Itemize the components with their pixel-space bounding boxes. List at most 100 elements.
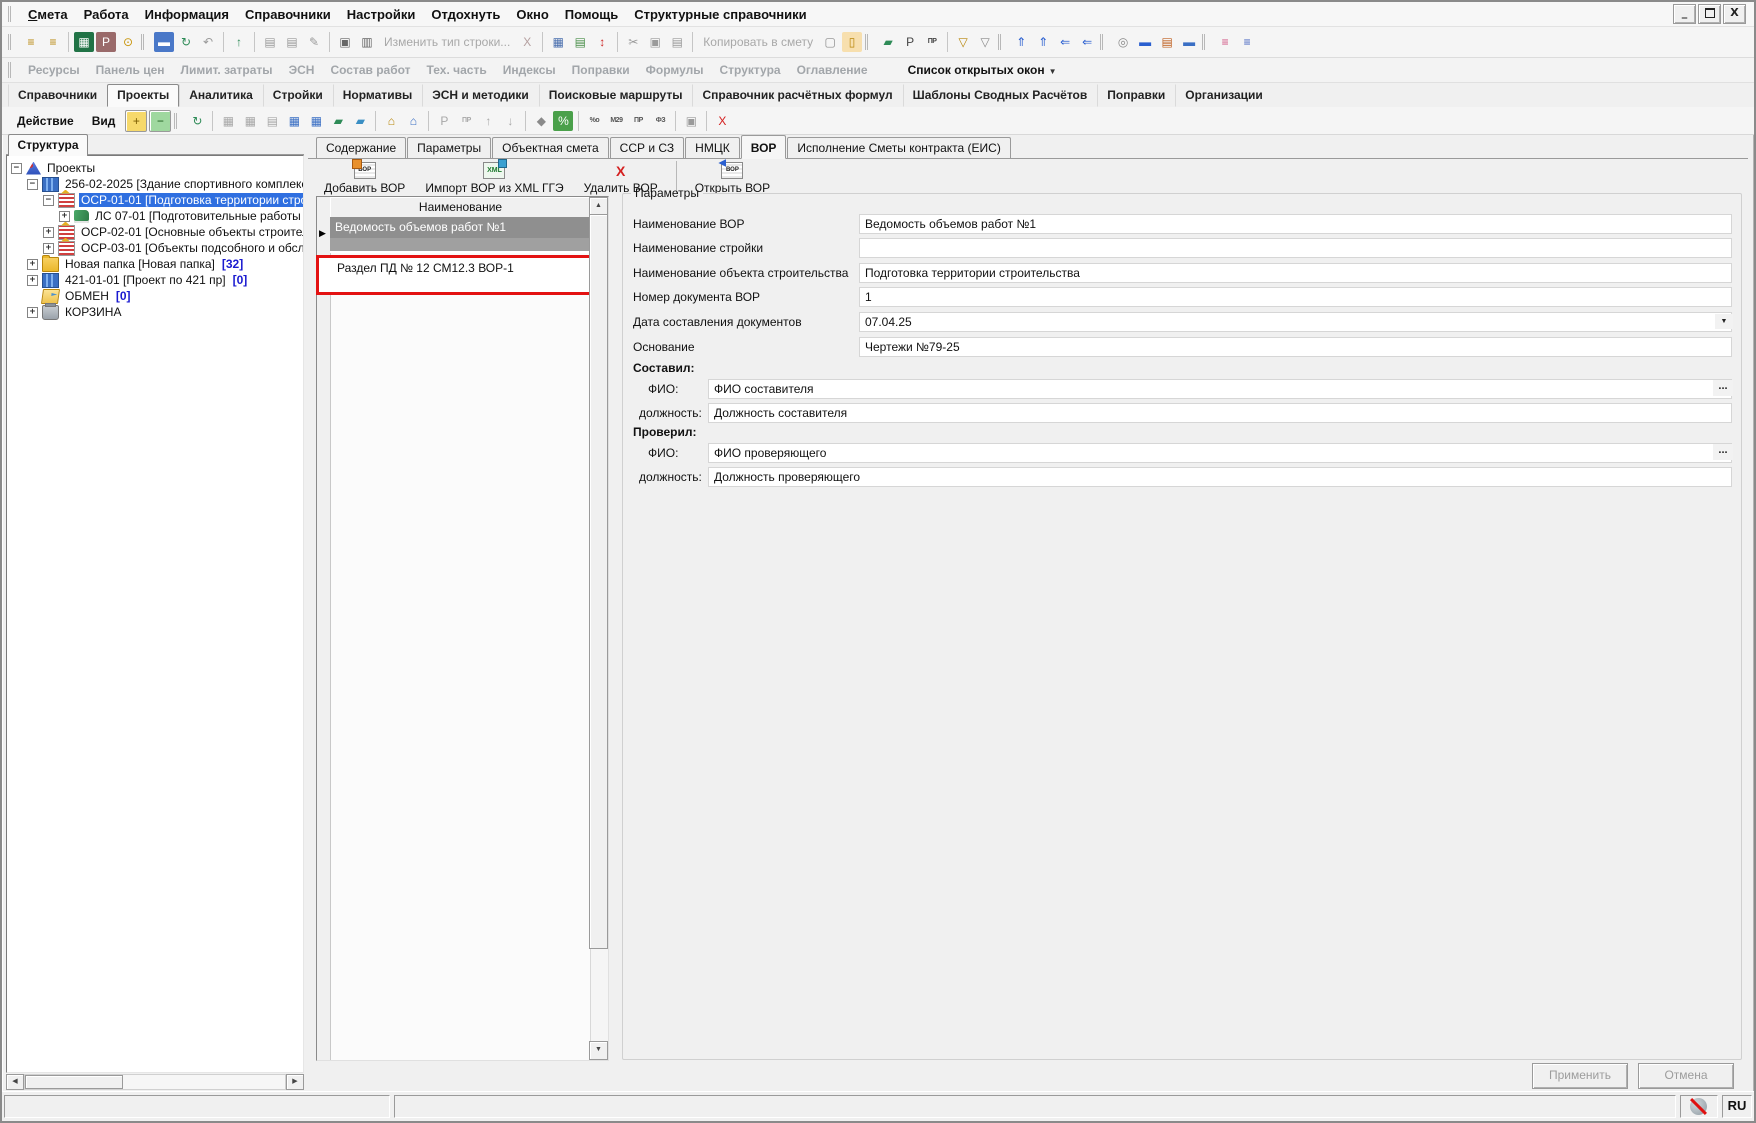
search-icon[interactable]: ⊙ <box>118 32 138 52</box>
undo-icon[interactable]: ↶ <box>198 32 218 52</box>
tree-item[interactable]: −Проекты <box>7 160 303 176</box>
panel-item-2[interactable]: Лимит. затраты <box>173 63 281 77</box>
refresh-tree-icon[interactable]: ↻ <box>187 111 207 131</box>
workspace-tab-8[interactable]: Шаблоны Сводных Расчётов <box>903 84 1098 107</box>
workspace-tab-6[interactable]: Поисковые маршруты <box>539 84 693 107</box>
workspace-tab-1[interactable]: Проекты <box>107 84 179 107</box>
panel-item-0[interactable]: Ресурсы <box>20 63 88 77</box>
content-tab-0[interactable]: Содержание <box>316 137 406 158</box>
pr-doc-icon[interactable]: ПР <box>922 32 942 52</box>
menu-otdohnut[interactable]: Отдохнуть <box>423 7 508 22</box>
recalc-icon[interactable]: ▦ <box>548 32 568 52</box>
expander-plus[interactable]: + <box>27 259 38 270</box>
panel-item-8[interactable]: Формулы <box>638 63 712 77</box>
tree-item[interactable]: +ЛС 07-01 [Подготовительные работы ( <box>7 208 303 224</box>
percent-o-icon[interactable]: %о <box>584 111 604 131</box>
insert-row-icon[interactable]: ▤ <box>260 32 280 52</box>
date-dropdown-button[interactable]: ▼ <box>1715 314 1733 329</box>
cancel-button[interactable]: Отмена <box>1638 1063 1734 1089</box>
panel-item-1[interactable]: Панель цен <box>88 63 173 77</box>
checker-position-field[interactable]: Должность проверяющего <box>708 467 1732 487</box>
menu-nastroyki[interactable]: Настройки <box>339 7 424 22</box>
house-settings2-icon[interactable]: ⌂ <box>403 111 423 131</box>
content-tab-2[interactable]: Объектная смета <box>492 137 609 158</box>
menu-strukturnye-spravochniki[interactable]: Структурные справочники <box>626 7 814 22</box>
menu-deystvie[interactable]: Действие <box>8 114 83 128</box>
save-icon[interactable]: ▬ <box>154 32 174 52</box>
m29-icon[interactable]: М29 <box>606 111 626 131</box>
menu-vid[interactable]: Вид <box>83 114 125 128</box>
tab-structure[interactable]: Структура <box>8 134 88 156</box>
menu-smeta[interactable]: Смета <box>20 7 76 22</box>
outdent-left-icon[interactable]: ⇐ <box>1055 32 1075 52</box>
workers-icon[interactable]: ◆ <box>531 111 551 131</box>
books-pink-icon[interactable]: ≡ <box>1215 32 1235 52</box>
pr-doc-gray-icon[interactable]: ПР <box>456 111 476 131</box>
tree-item[interactable]: +Новая папка [Новая папка][32] <box>7 256 303 272</box>
tree-horizontal-scrollbar[interactable]: ◀ ▶ <box>6 1074 304 1090</box>
truck-icon[interactable]: ▬ <box>1135 32 1155 52</box>
workspace-tab-2[interactable]: Аналитика <box>179 84 263 107</box>
filter-clear-icon[interactable]: ▽ <box>975 32 995 52</box>
expander-minus[interactable]: − <box>43 195 54 206</box>
move-down-icon[interactable]: ↓ <box>500 111 520 131</box>
project-list-icon[interactable]: ▦ <box>240 111 260 131</box>
scroll-left-button[interactable]: ◀ <box>6 1074 24 1090</box>
tree-item[interactable]: +КОРЗИНА <box>7 304 303 320</box>
tree-item[interactable]: +ОСР-02-01 [Основные объекты строитель <box>7 224 303 240</box>
panel-item-9[interactable]: Структура <box>711 63 788 77</box>
list-row-highlighted[interactable]: Раздел ПД № 12 СМ12.3 ВОР-1 <box>332 258 589 292</box>
doc-number-field[interactable]: 1 <box>859 287 1732 307</box>
edit-page-icon[interactable]: ▤ <box>570 32 590 52</box>
cut-icon[interactable]: ✂ <box>623 32 643 52</box>
pr2-icon[interactable]: ПР <box>628 111 648 131</box>
project-page-icon[interactable]: ▤ <box>262 111 282 131</box>
composer-fio-field[interactable]: ФИО составителя <box>708 379 1732 399</box>
import-vor-button[interactable]: XML Импорт ВОР из XML ГГЭ <box>415 159 573 197</box>
scroll-right-button[interactable]: ▶ <box>286 1074 304 1090</box>
checker-fio-field[interactable]: ФИО проверяющего <box>708 443 1732 463</box>
workspace-tab-5[interactable]: ЭСН и методики <box>422 84 539 107</box>
minimize-button[interactable]: _ <box>1673 4 1696 24</box>
expand-node-button[interactable]: + <box>125 110 147 132</box>
indent-up2-icon[interactable]: ⇑ <box>1033 32 1053 52</box>
workspace-tab-9[interactable]: Поправки <box>1097 84 1175 107</box>
workspace-tab-0[interactable]: Справочники <box>8 84 107 107</box>
content-tab-1[interactable]: Параметры <box>407 137 491 158</box>
clipboard-icon[interactable]: ▯ <box>842 32 862 52</box>
tree-item[interactable]: +ОСР-03-01 [Объекты подсобного и обслуж <box>7 240 303 256</box>
expander-minus[interactable]: − <box>27 179 38 190</box>
expander-plus[interactable]: + <box>43 243 54 254</box>
content-tab-4[interactable]: НМЦК <box>685 137 740 158</box>
expander-plus[interactable]: + <box>59 211 70 222</box>
panel-item-10[interactable]: Оглавление <box>789 63 876 77</box>
list-header[interactable]: Наименование <box>330 197 591 219</box>
menu-informacia[interactable]: Информация <box>137 7 237 22</box>
language-indicator[interactable]: RU <box>1722 1095 1752 1118</box>
concrete-mixer-icon[interactable]: ◎ <box>1113 32 1133 52</box>
panel-item-5[interactable]: Тех. часть <box>419 63 495 77</box>
panel-item-3[interactable]: ЭСН <box>281 63 323 77</box>
pdf-export-icon[interactable]: P <box>96 32 116 52</box>
report-icon[interactable]: ▥ <box>357 32 377 52</box>
list-row-selected[interactable]: Ведомость объемов работ №1 <box>330 217 591 253</box>
content-tab-5[interactable]: ВОР <box>741 135 787 159</box>
stroyka-name-field[interactable] <box>859 238 1732 258</box>
menu-pomosch[interactable]: Помощь <box>557 7 626 22</box>
apply-button[interactable]: Применить <box>1532 1063 1628 1089</box>
menu-okno[interactable]: Окно <box>508 7 556 22</box>
move-up-icon[interactable]: ↑ <box>478 111 498 131</box>
refresh-icon[interactable]: ↻ <box>176 32 196 52</box>
comment-icon[interactable]: ✎ <box>304 32 324 52</box>
clear-row-type-icon[interactable]: Х <box>517 32 537 52</box>
tree-item[interactable]: −ОСР-01-01 [Подготовка территории строи <box>7 192 303 208</box>
workspace-tab-7[interactable]: Справочник расчётных формул <box>692 84 902 107</box>
house-settings-icon[interactable]: ⌂ <box>381 111 401 131</box>
p-doc-gray-icon[interactable]: P <box>434 111 454 131</box>
estimate-book-green-icon[interactable]: ▰ <box>328 111 348 131</box>
tree-item[interactable]: +421-01-01 [Проект по 421 пр][0] <box>7 272 303 288</box>
copy-icon[interactable]: ▣ <box>645 32 665 52</box>
materials-icon[interactable]: ▤ <box>1157 32 1177 52</box>
scrollbar-track[interactable] <box>24 1074 286 1090</box>
indent-up-icon[interactable]: ⇑ <box>1011 32 1031 52</box>
